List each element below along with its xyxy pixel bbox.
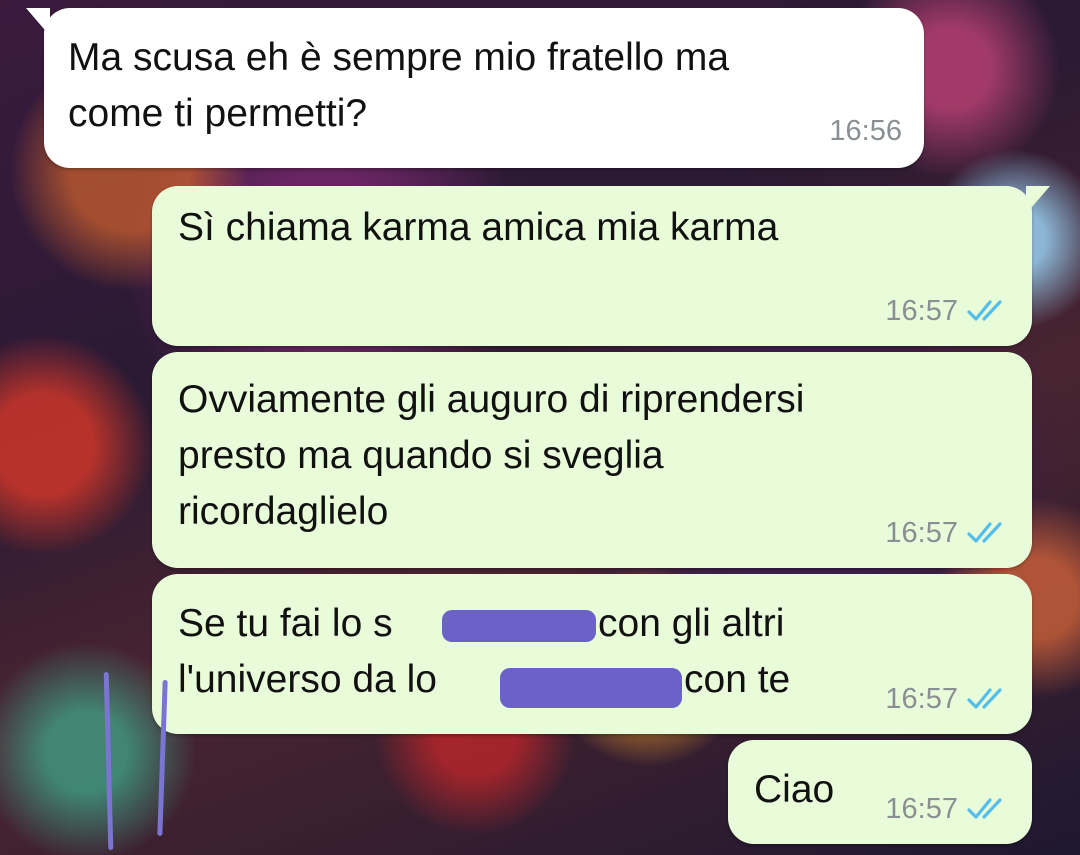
redaction-mark — [500, 668, 682, 708]
message-time: 16:57 — [885, 295, 958, 327]
message-bubble-incoming[interactable]: Ma scusa eh è sempre mio fratello ma com… — [26, 8, 924, 168]
message-time: 16:57 — [885, 683, 958, 715]
message-time: 16:56 — [829, 115, 902, 147]
message-text: Sì chiama karma amica mia karma — [178, 206, 779, 249]
redaction-mark — [442, 610, 596, 642]
message-bubble-outgoing[interactable]: Ovviamente gli auguro di riprendersi pre… — [152, 352, 1032, 568]
message-meta: 16:57 — [885, 792, 1010, 826]
message-text-fragment: con gli altri — [598, 602, 785, 645]
double-check-icon — [967, 798, 1002, 819]
message-text-fragment: Se tu fai lo s — [178, 602, 393, 645]
message-meta: 16:57 — [885, 516, 1010, 550]
message-bubble-outgoing[interactable]: Se tu fai lo s con gli altri l'universo … — [152, 574, 1032, 734]
message-time: 16:57 — [885, 517, 958, 549]
message-text: Ovviamente gli auguro di riprendersi pre… — [178, 378, 805, 533]
message-text-fragment: con te — [684, 658, 791, 701]
message-text-fragment: l'universo da lo — [178, 658, 437, 701]
annotation-stroke — [103, 671, 114, 851]
message-text: Ciao — [754, 768, 835, 811]
double-check-icon — [967, 688, 1002, 709]
message-meta: 16:56 — [829, 114, 902, 148]
message-meta: 16:57 — [885, 682, 1010, 716]
bubble-tail — [1026, 186, 1050, 214]
message-text: Ma scusa eh è sempre mio fratello ma com… — [68, 36, 730, 135]
message-meta: 16:57 — [885, 294, 1010, 328]
bubble-tail — [26, 8, 50, 36]
message-time: 16:57 — [885, 793, 958, 825]
double-check-icon — [967, 300, 1002, 321]
message-bubble-outgoing[interactable]: Ciao 16:57 — [728, 740, 1032, 844]
double-check-icon — [967, 522, 1002, 543]
message-bubble-outgoing[interactable]: Sì chiama karma amica mia karma 16:57 — [152, 186, 1050, 346]
